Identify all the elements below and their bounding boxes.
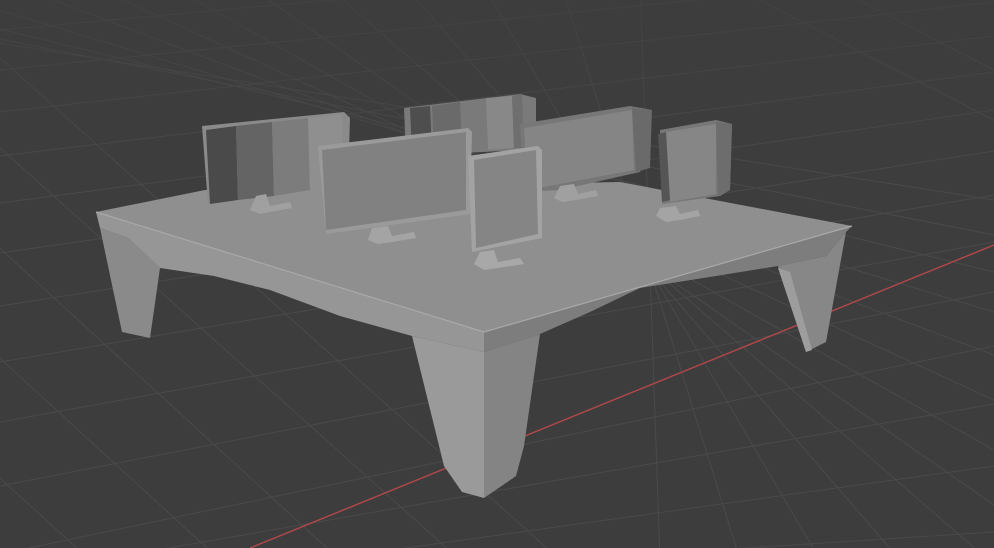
3d-viewport[interactable] (0, 0, 994, 548)
viewport-canvas[interactable] (0, 0, 994, 548)
